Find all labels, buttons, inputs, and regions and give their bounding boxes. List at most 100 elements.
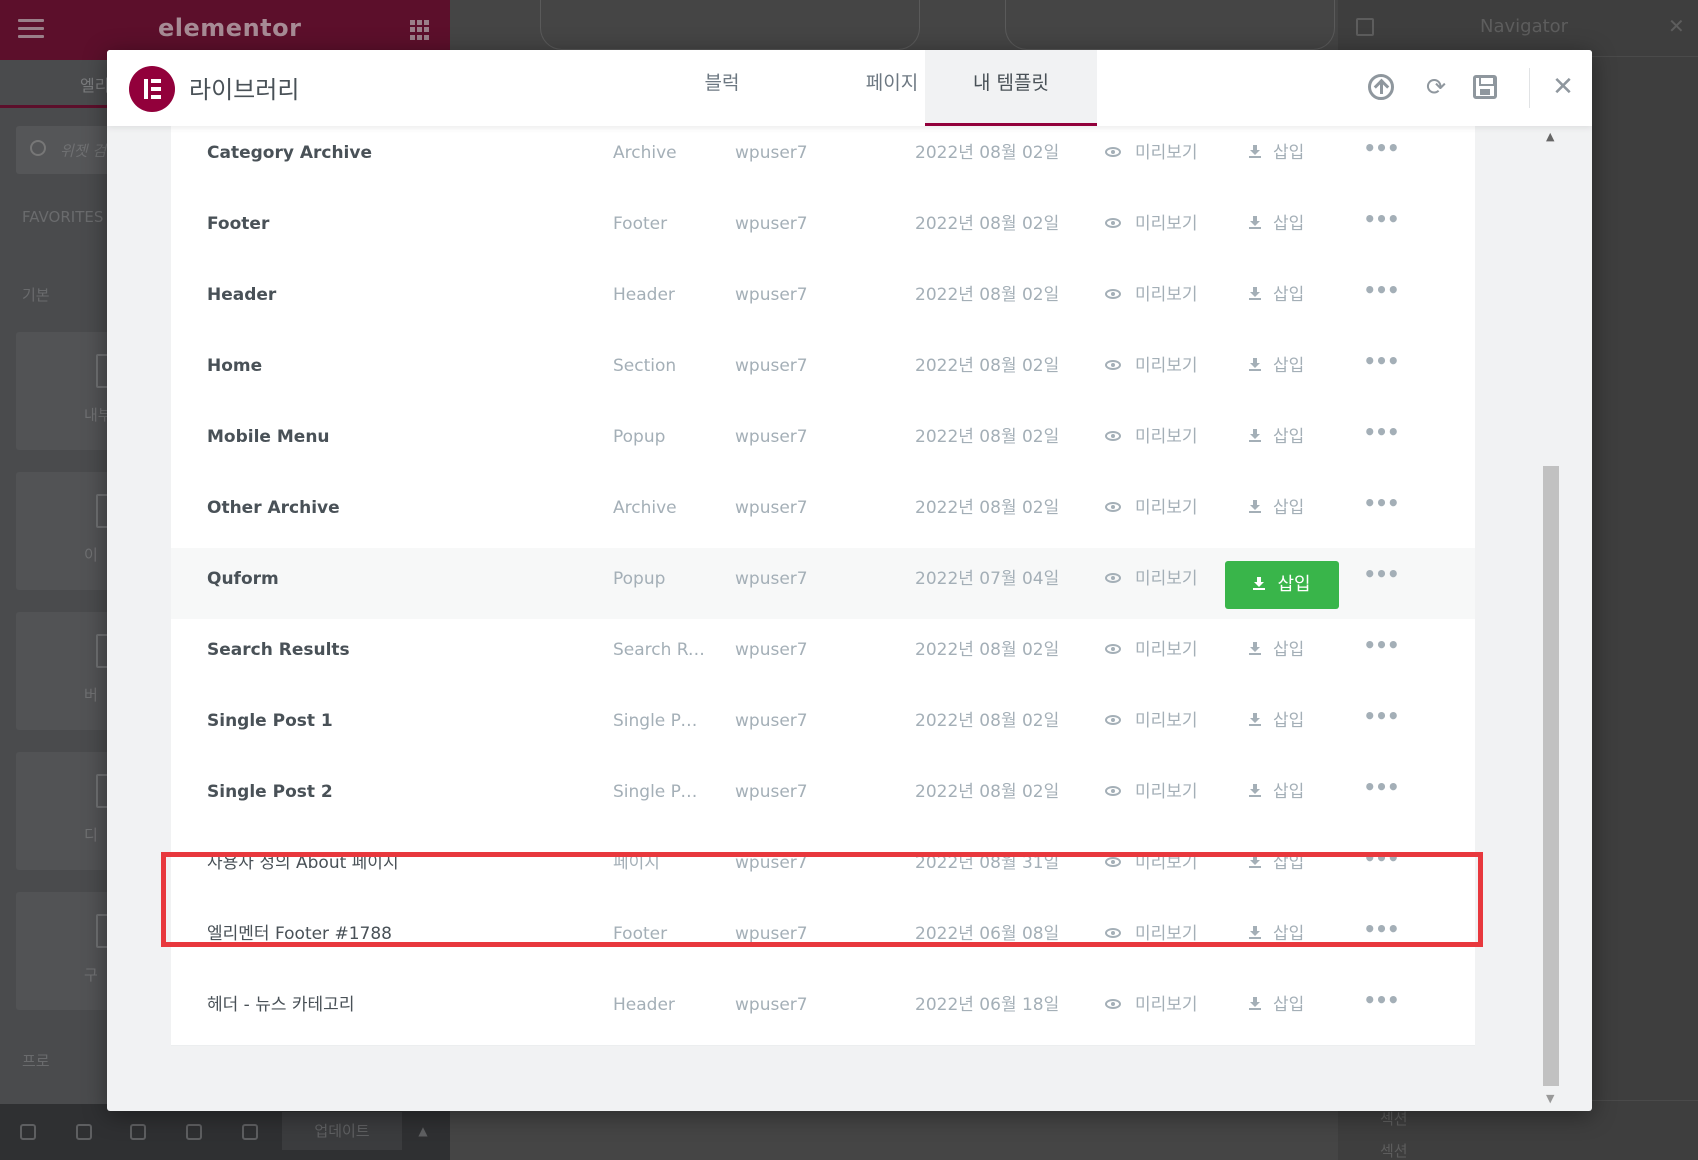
hamburger-icon[interactable]	[18, 19, 44, 39]
settings-icon[interactable]	[20, 1124, 36, 1140]
template-row[interactable]: Category Archive Archive wpuser7 2022년 08월 …	[171, 122, 1475, 194]
apps-grid-icon[interactable]	[410, 20, 430, 40]
more-options-icon[interactable]: •••	[1361, 903, 1401, 975]
preview-link[interactable]: 미리보기	[1105, 193, 1235, 265]
insert-link[interactable]: 삽입	[1249, 974, 1359, 1046]
template-row[interactable]: Header Header wpuser7 2022년 08월 02일 미리보기 삽입 ••…	[171, 264, 1475, 336]
scrollbar-thumb[interactable]	[1543, 466, 1559, 1086]
preview-link[interactable]: 미리보기	[1105, 477, 1235, 549]
chevron-up-icon[interactable]: ▲	[408, 1112, 438, 1150]
navigator-item[interactable]: 섹션	[1380, 1108, 1408, 1129]
insert-label: 삽입	[1273, 143, 1305, 163]
template-row[interactable]: Quform Popup wpuser7 2022년 07월 04일 미리보기 삽입 •••	[171, 548, 1475, 620]
insert-link[interactable]: 삽입	[1249, 335, 1359, 407]
template-date: 2022년 08월 02일	[915, 285, 1060, 305]
insert-link[interactable]: 삽입	[1249, 406, 1359, 478]
eye-icon	[1105, 360, 1121, 370]
download-icon	[1249, 500, 1261, 514]
widget-label: 버	[84, 686, 98, 704]
insert-button[interactable]: 삽입	[1225, 561, 1339, 609]
sync-icon[interactable]: ⟳	[1421, 72, 1451, 102]
insert-link[interactable]: 삽입	[1249, 903, 1359, 975]
preview-eye-icon[interactable]	[242, 1124, 258, 1140]
navigator-item[interactable]: 섹션	[1380, 1140, 1408, 1160]
template-row[interactable]: Home Section wpuser7 2022년 08월 02일 미리보기 삽입 •••	[171, 335, 1475, 407]
template-row[interactable]: Other Archive Archive wpuser7 2022년 08월 02일…	[171, 477, 1475, 549]
more-options-icon[interactable]: •••	[1361, 406, 1401, 478]
template-name: 헤더 - 뉴스 카테고리	[207, 995, 355, 1015]
widget-label: 구	[84, 966, 98, 984]
tab-blocks[interactable]: 블럭	[667, 50, 777, 126]
more-options-icon[interactable]: •••	[1361, 193, 1401, 265]
panel-tab-elements[interactable]: 엘리	[80, 72, 109, 96]
more-options-icon[interactable]: •••	[1361, 548, 1401, 620]
tab-my-templates[interactable]: 내 템플릿	[925, 50, 1097, 126]
more-options-icon[interactable]: •••	[1361, 264, 1401, 336]
template-row[interactable]: Single Post 2 Single Post wpuser7 2022년 08월…	[171, 761, 1475, 833]
more-options-icon[interactable]: •••	[1361, 974, 1401, 1046]
download-icon	[1249, 642, 1261, 656]
template-author: wpuser7	[735, 427, 808, 447]
collapse-icon[interactable]	[1356, 18, 1374, 36]
insert-link[interactable]: 삽입	[1249, 832, 1359, 904]
layers-icon[interactable]	[76, 1124, 92, 1140]
more-options-icon[interactable]: •••	[1361, 690, 1401, 762]
more-options-icon[interactable]: •••	[1361, 832, 1401, 904]
save-icon[interactable]	[1473, 75, 1497, 99]
brand-logo: elementor	[158, 14, 302, 42]
template-row[interactable]: 엘리멘터 Footer #1788 Footer wpuser7 2022년 06월 …	[171, 903, 1475, 975]
preview-link[interactable]: 미리보기	[1105, 974, 1235, 1046]
preview-link[interactable]: 미리보기	[1105, 335, 1235, 407]
eye-icon	[1105, 502, 1121, 512]
insert-link[interactable]: 삽입	[1249, 193, 1359, 265]
preview-link[interactable]: 미리보기	[1105, 406, 1235, 478]
eye-icon	[1105, 715, 1121, 725]
preview-link[interactable]: 미리보기	[1105, 548, 1235, 620]
preview-link[interactable]: 미리보기	[1105, 690, 1235, 762]
update-button[interactable]: 업데이트	[282, 1112, 402, 1150]
modal-header: 라이브러리 블럭 페이지 내 템플릿 ⟳ ✕	[107, 50, 1592, 126]
scrollbar[interactable]: ▲ ▼	[1541, 126, 1561, 1111]
more-options-icon[interactable]: •••	[1361, 619, 1401, 691]
template-row[interactable]: 헤더 - 뉴스 카테고리 Header wpuser7 2022년 06월 18일 미리…	[171, 974, 1475, 1046]
eye-icon	[1105, 928, 1121, 938]
preview-link[interactable]: 미리보기	[1105, 903, 1235, 975]
responsive-icon[interactable]	[186, 1124, 202, 1140]
preview-link[interactable]: 미리보기	[1105, 264, 1235, 336]
template-row[interactable]: 사용자 정의 About 페이지 페이지 wpuser7 2022년 08월 31일 미…	[171, 832, 1475, 904]
preview-label: 미리보기	[1135, 711, 1198, 731]
insert-link[interactable]: 삽입	[1249, 122, 1359, 194]
insert-link[interactable]: 삽입	[1249, 761, 1359, 833]
template-row[interactable]: Footer Footer wpuser7 2022년 08월 02일 미리보기 삽입 ••…	[171, 193, 1475, 265]
template-row[interactable]: Single Post 1 Single Post wpuser7 2022년 08월…	[171, 690, 1475, 762]
scroll-down-icon[interactable]: ▼	[1546, 1092, 1554, 1105]
insert-link[interactable]: 삽입	[1249, 264, 1359, 336]
widget-label: 디	[84, 826, 98, 844]
preview-link[interactable]: 미리보기	[1105, 619, 1235, 691]
preview-link[interactable]: 미리보기	[1105, 832, 1235, 904]
more-options-icon[interactable]: •••	[1361, 477, 1401, 549]
insert-label: 삽입	[1273, 498, 1305, 518]
preview-link[interactable]: 미리보기	[1105, 761, 1235, 833]
insert-link[interactable]: 삽입	[1249, 477, 1359, 549]
close-icon[interactable]: ✕	[1548, 72, 1578, 102]
insert-label: 삽입	[1273, 356, 1305, 376]
template-row[interactable]: Mobile Menu Popup wpuser7 2022년 08월 02일 미리보기…	[171, 406, 1475, 478]
more-options-icon[interactable]: •••	[1361, 761, 1401, 833]
template-row[interactable]: Search Results Search Re... wpuser7 2022년 0…	[171, 619, 1475, 691]
template-name: Footer	[207, 214, 270, 234]
scroll-up-icon[interactable]: ▲	[1546, 130, 1554, 143]
insert-link[interactable]: 삽입	[1249, 690, 1359, 762]
close-icon[interactable]: ✕	[1668, 14, 1685, 38]
template-name: Mobile Menu	[207, 427, 330, 447]
insert-link[interactable]: 삽입	[1249, 619, 1359, 691]
canvas-block	[540, 0, 920, 50]
history-icon[interactable]	[130, 1124, 146, 1140]
canvas-block	[1005, 0, 1335, 50]
download-icon	[1249, 997, 1261, 1011]
more-options-icon[interactable]: •••	[1361, 335, 1401, 407]
preview-link[interactable]: 미리보기	[1105, 122, 1235, 194]
eye-icon	[1105, 431, 1121, 441]
more-options-icon[interactable]: •••	[1361, 122, 1401, 194]
upload-icon[interactable]	[1368, 74, 1394, 100]
